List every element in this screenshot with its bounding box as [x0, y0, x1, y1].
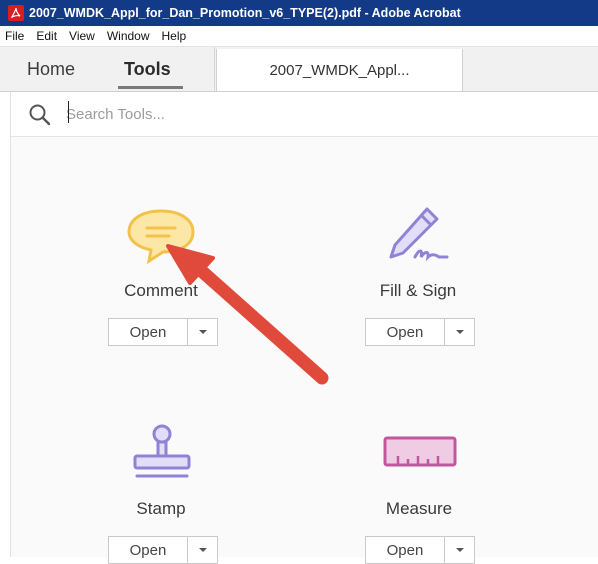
search-input[interactable] — [64, 100, 368, 128]
comment-open-button[interactable]: Open — [109, 319, 188, 345]
menu-file[interactable]: File — [0, 29, 30, 43]
tools-grid: Comment Open Fill & Sign Open Stamp Open — [11, 137, 598, 564]
measure-open-dropdown[interactable] — [445, 537, 474, 563]
chevron-down-icon — [455, 548, 464, 552]
measure-label: Measure — [385, 499, 453, 518]
comment-icon[interactable] — [123, 207, 199, 265]
menu-bar: File Edit View Window Help — [0, 26, 598, 47]
stamp-icon[interactable] — [129, 422, 195, 480]
document-tab-label: 2007_WMDK_Appl... — [269, 61, 410, 79]
comment-open-control: Open — [108, 318, 218, 346]
stamp-open-dropdown[interactable] — [188, 537, 217, 563]
menu-window[interactable]: Window — [101, 29, 156, 43]
chevron-down-icon — [198, 330, 207, 334]
text-cursor — [68, 101, 69, 123]
window-title: 2007_WMDK_Appl_for_Dan_Promotion_v6_TYPE… — [29, 6, 461, 20]
fill-sign-open-control: Open — [365, 318, 475, 346]
fill-sign-open-button[interactable]: Open — [366, 319, 445, 345]
measure-open-button[interactable]: Open — [366, 537, 445, 563]
chevron-down-icon — [455, 330, 464, 334]
measure-open-control: Open — [365, 536, 475, 564]
fill-sign-label: Fill & Sign — [379, 281, 457, 300]
stamp-open-control: Open — [108, 536, 218, 564]
stamp-label: Stamp — [136, 499, 186, 518]
tab-document[interactable]: 2007_WMDK_Appl... — [216, 49, 463, 91]
fill-sign-open-dropdown[interactable] — [445, 319, 474, 345]
acrobat-pdf-icon — [8, 5, 24, 21]
comment-label: Comment — [124, 281, 198, 300]
window-title-bar: 2007_WMDK_Appl_for_Dan_Promotion_v6_TYPE… — [0, 0, 598, 26]
chevron-down-icon — [198, 548, 207, 552]
menu-view[interactable]: View — [63, 29, 101, 43]
tab-home[interactable]: Home — [27, 59, 75, 80]
search-bar — [10, 92, 598, 137]
search-icon[interactable] — [28, 103, 52, 127]
menu-edit[interactable]: Edit — [30, 29, 63, 43]
fill-sign-icon[interactable] — [381, 203, 453, 265]
menu-help[interactable]: Help — [156, 29, 193, 43]
active-tab-indicator — [118, 86, 183, 89]
tab-tools[interactable]: Tools — [124, 59, 171, 80]
tab-bar: Home Tools 2007_WMDK_Appl... — [0, 47, 598, 92]
stamp-open-button[interactable]: Open — [109, 537, 188, 563]
measure-icon[interactable] — [382, 435, 458, 469]
tab-divider — [214, 47, 215, 91]
comment-open-dropdown[interactable] — [188, 319, 217, 345]
